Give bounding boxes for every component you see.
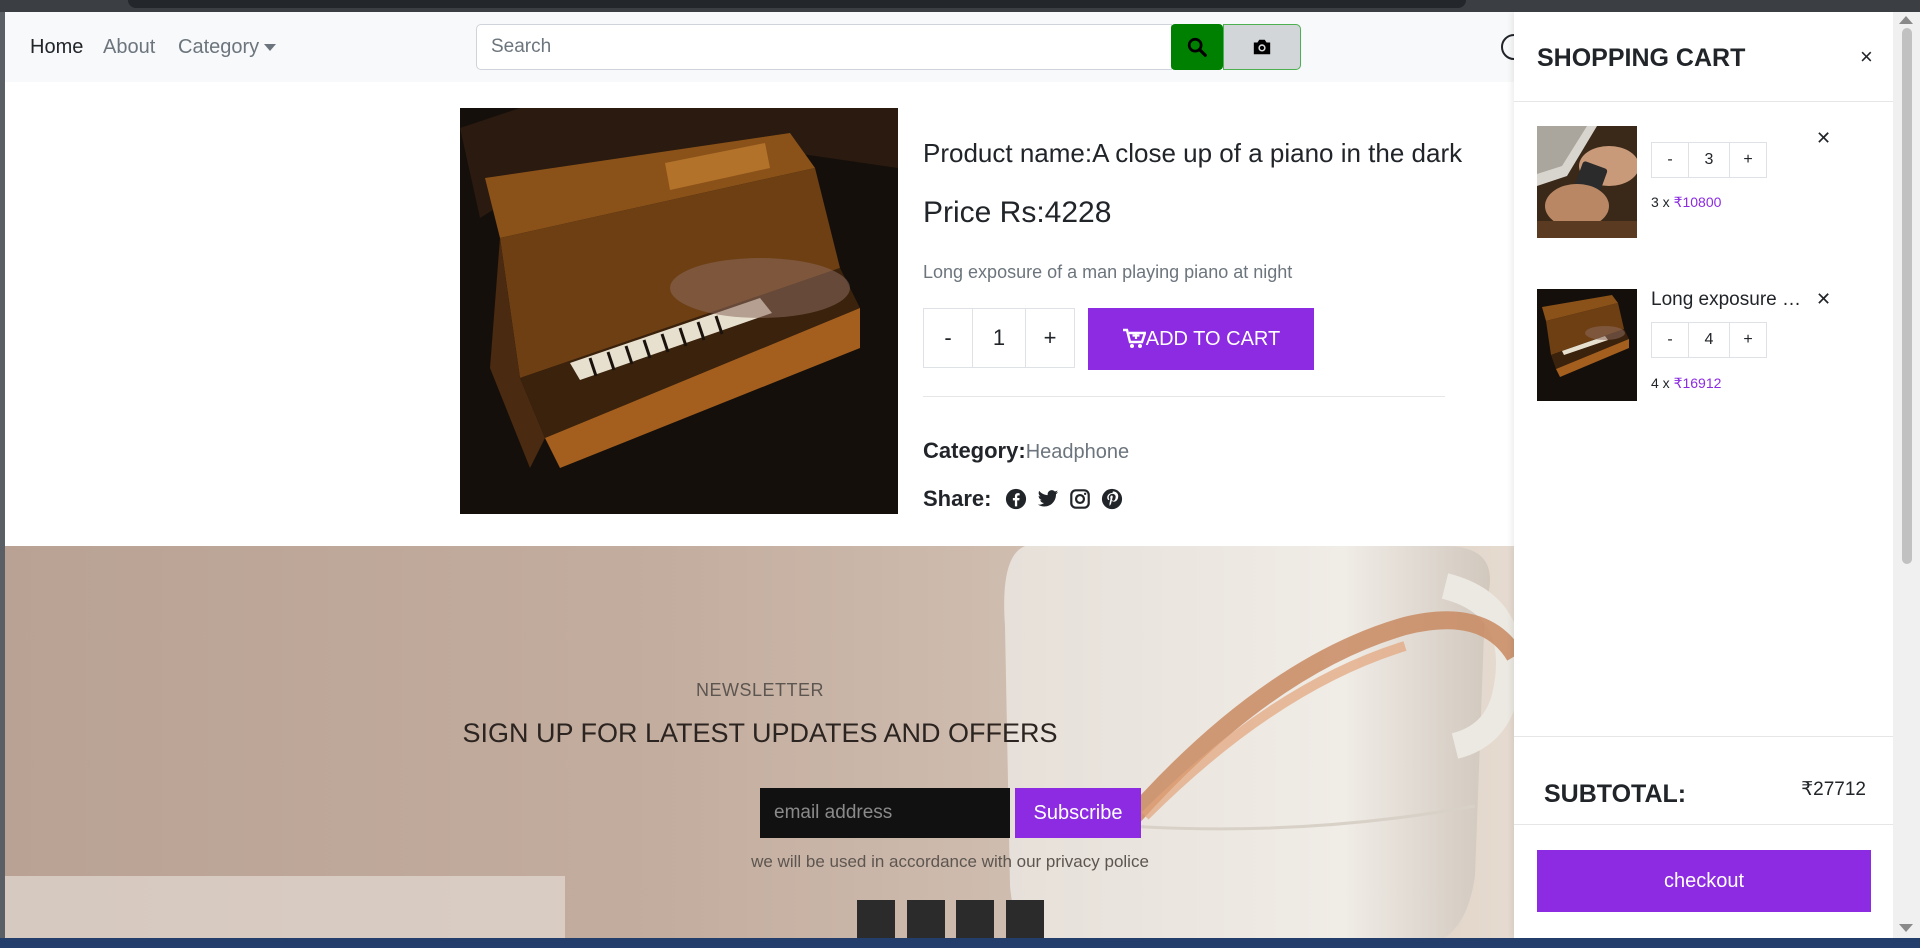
subtotal-value: ₹27712 — [1801, 779, 1866, 800]
subscribe-button[interactable]: Subscribe — [1015, 788, 1141, 838]
cart-title: SHOPPING CART — [1537, 44, 1746, 72]
nav-home-link[interactable]: Home — [30, 36, 83, 59]
cart-item-line-qty: 3 x — [1651, 194, 1670, 210]
social-icon[interactable] — [1006, 900, 1044, 938]
cart-item-quantity-stepper: - 4 + — [1651, 322, 1767, 358]
search-button[interactable] — [1171, 24, 1223, 70]
category-value[interactable]: Headphone — [1026, 441, 1129, 463]
cart-item-line-total: 4 x ₹16912 — [1651, 375, 1721, 392]
checkout-button[interactable]: checkout — [1537, 850, 1871, 912]
cart-item-decrease-button[interactable]: - — [1651, 322, 1689, 358]
scrollbar[interactable] — [1893, 12, 1920, 938]
browser-frame-top — [0, 0, 1920, 12]
cart-item-line-qty: 4 x — [1651, 375, 1670, 391]
page-viewport: Home About Category Product — [5, 12, 1893, 938]
divider — [1514, 736, 1893, 737]
search-input[interactable] — [476, 24, 1172, 70]
cart-plus-icon — [1122, 328, 1146, 348]
divider — [923, 396, 1445, 397]
quantity-decrease-button[interactable]: - — [923, 308, 973, 368]
newsletter-kicker: NEWSLETTER — [695, 680, 824, 700]
search-icon — [1187, 37, 1207, 57]
instagram-icon[interactable] — [1069, 488, 1091, 510]
social-icon[interactable] — [907, 900, 945, 938]
browser-tab-strip — [128, 0, 1466, 8]
scrollbar-thumb[interactable] — [1902, 28, 1912, 564]
social-icon[interactable] — [857, 900, 895, 938]
remove-item-icon[interactable]: ✕ — [1816, 128, 1831, 149]
nav-category-label: Category — [178, 36, 260, 58]
product-name: Product name:A close up of a piano in th… — [923, 138, 1463, 168]
category-label: Category: — [923, 438, 1026, 463]
share-row: Share: — [923, 486, 1133, 512]
cart-item-line-amount: ₹16912 — [1673, 375, 1722, 391]
add-to-cart-button[interactable]: ADD TO CART — [1088, 308, 1314, 370]
scroll-up-arrow-icon[interactable] — [1899, 16, 1913, 24]
twitter-icon[interactable] — [1037, 489, 1059, 509]
camera-icon — [1253, 39, 1271, 55]
quantity-value[interactable]: 1 — [973, 308, 1025, 368]
cart-item-quantity-stepper: - 3 + — [1651, 142, 1767, 178]
divider — [1514, 824, 1893, 825]
product-price: Price Rs:4228 — [923, 196, 1112, 229]
nav-category-dropdown[interactable]: Category — [178, 36, 277, 59]
taskbar-strip — [0, 938, 1920, 948]
product-category: Category:Headphone — [923, 438, 1129, 464]
cart-item-decrease-button[interactable]: - — [1651, 142, 1689, 178]
cart-item-image — [1537, 126, 1637, 238]
newsletter-title: SIGN UP FOR LATEST UPDATES AND OFFERS — [462, 718, 1058, 748]
subtotal-label: SUBTOTAL: — [1544, 780, 1687, 808]
cart-item-quantity[interactable]: 3 — [1689, 142, 1729, 178]
quantity-stepper: - 1 + — [923, 308, 1075, 370]
divider — [1514, 101, 1893, 102]
facebook-icon[interactable] — [1005, 488, 1027, 510]
shopping-cart-panel: SHOPPING CART × ✕ - 3 + 3 x ₹10800 Long … — [1514, 12, 1893, 938]
cart-item-name[interactable]: Long exposure of a man playing piano at … — [1651, 289, 1811, 311]
close-icon[interactable]: × — [1860, 44, 1873, 70]
remove-item-icon[interactable]: ✕ — [1816, 289, 1831, 310]
cart-item-image — [1537, 289, 1637, 401]
image-search-button[interactable] — [1223, 24, 1301, 70]
cart-item-line-amount: ₹10800 — [1673, 194, 1722, 210]
scroll-down-arrow-icon[interactable] — [1899, 924, 1913, 932]
cart-item-increase-button[interactable]: + — [1729, 322, 1767, 358]
share-label: Share: — [923, 486, 992, 511]
social-icon[interactable] — [956, 900, 994, 938]
nav-about-link[interactable]: About — [103, 36, 155, 59]
quantity-increase-button[interactable]: + — [1025, 308, 1075, 368]
cart-item-quantity[interactable]: 4 — [1689, 322, 1729, 358]
add-to-cart-label: ADD TO CART — [1145, 327, 1281, 350]
cart-item-increase-button[interactable]: + — [1729, 142, 1767, 178]
product-description: Long exposure of a man playing piano at … — [923, 262, 1293, 282]
email-field[interactable] — [760, 788, 1010, 838]
pinterest-icon[interactable] — [1101, 488, 1123, 510]
product-image — [460, 108, 898, 514]
chevron-down-icon — [264, 44, 277, 52]
cart-item-line-total: 3 x ₹10800 — [1651, 194, 1721, 211]
